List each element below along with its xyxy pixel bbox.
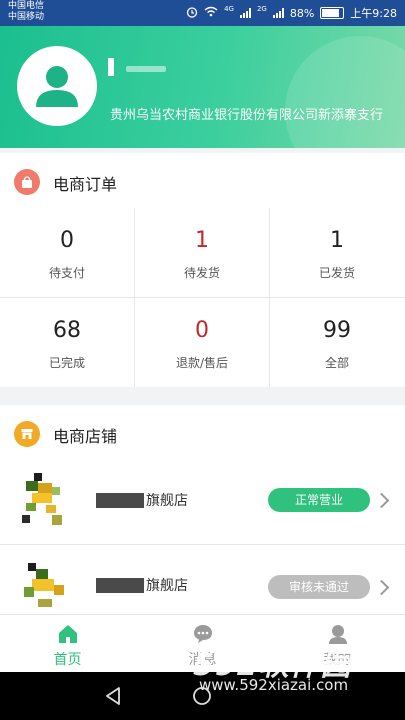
divider: [0, 297, 405, 298]
carrier-1: 中国电信: [8, 1, 45, 11]
order-count: 0: [195, 318, 209, 343]
shop-logo: [18, 469, 78, 529]
wifi-icon: [204, 6, 218, 20]
carrier-info: 中国电信 中国移动: [8, 1, 44, 23]
order-count: 1: [195, 228, 209, 253]
orders-title: 电商订单: [53, 175, 118, 194]
home-icon: [59, 625, 77, 643]
redaction-block: [108, 58, 114, 76]
clock: 上午9:28: [350, 7, 397, 20]
order-label: 待支付: [48, 266, 85, 280]
order-label: 全部: [324, 356, 349, 370]
order-count: 68: [53, 318, 81, 343]
bag-icon: [14, 169, 40, 195]
back-icon[interactable]: [104, 686, 122, 706]
shops-section-header: 电商店铺: [0, 405, 405, 464]
orders-section-header: 电商订单: [0, 153, 405, 212]
shop-name-suffix: 旗舰店: [146, 578, 188, 594]
shop-name-suffix: 旗舰店: [146, 493, 188, 509]
profile-header: 贵州乌当农村商业银行股份有限公司新添寨支行: [0, 26, 405, 148]
order-label: 待发货: [183, 266, 220, 280]
battery-percent: 88%: [289, 6, 315, 20]
nav-label: 首页: [53, 652, 82, 668]
user-name-redacted: [108, 58, 168, 76]
order-cell-pending-shipment[interactable]: 1 待发货: [135, 208, 269, 297]
nav-home[interactable]: 首页: [0, 615, 135, 673]
orders-grid: 0 待支付 1 待发货 1 已发货 68 已完成 0 退款/售后 99 全部: [0, 208, 405, 387]
order-cell-refund[interactable]: 0 退款/售后: [135, 298, 269, 387]
signal-icon-2: [272, 8, 284, 18]
alarm-icon: [186, 6, 198, 21]
order-cell-all[interactable]: 99 全部: [270, 298, 404, 387]
order-label: 退款/售后: [175, 356, 229, 370]
shops-title: 电商店铺: [53, 427, 118, 446]
redaction-block: [96, 492, 144, 508]
order-count: 1: [330, 228, 344, 253]
watermark: 592软件园 www.592xiazai.com: [193, 640, 399, 696]
carrier-2: 中国移动: [8, 12, 45, 22]
shop-status-badge: 正常营业: [268, 488, 370, 512]
shop-status-badge: 审核未通过: [268, 575, 370, 599]
redaction-block: [96, 577, 144, 593]
battery-icon: [320, 7, 345, 19]
shop-name: 旗舰店: [96, 575, 188, 595]
decorative-circle: [285, 36, 405, 148]
order-cell-shipped[interactable]: 1 已发货: [270, 208, 404, 297]
shop-name: 旗舰店: [96, 490, 188, 510]
order-cell-completed[interactable]: 68 已完成: [0, 298, 134, 387]
chevron-right-icon: [373, 579, 390, 596]
order-label: 已发货: [318, 266, 355, 280]
order-count: 99: [323, 318, 351, 343]
shop-row[interactable]: 旗舰店 正常营业: [0, 457, 405, 545]
shop-row[interactable]: 旗舰店 审核未通过: [0, 545, 405, 614]
network-type-1: 4G: [224, 5, 234, 13]
person-icon: [36, 66, 78, 107]
status-bar: 中国电信 中国移动 4G 2G 88% 上午9:28: [0, 0, 405, 26]
network-type-2: 2G: [256, 5, 267, 13]
status-icons: 4G 2G 88% 上午9:28: [186, 5, 397, 21]
chevron-right-icon: [373, 492, 390, 509]
order-cell-pending-payment[interactable]: 0 待支付: [0, 208, 134, 297]
store-icon: [14, 421, 40, 447]
order-count: 0: [60, 228, 74, 253]
signal-icon: [239, 8, 251, 18]
watermark-url: www.592xiazai.com: [199, 676, 349, 694]
avatar[interactable]: [17, 46, 97, 126]
order-label: 已完成: [48, 356, 85, 370]
shop-logo: [18, 559, 78, 614]
redaction-blur: [126, 66, 166, 72]
bank-name: 贵州乌当农村商业银行股份有限公司新添寨支行: [110, 108, 384, 123]
